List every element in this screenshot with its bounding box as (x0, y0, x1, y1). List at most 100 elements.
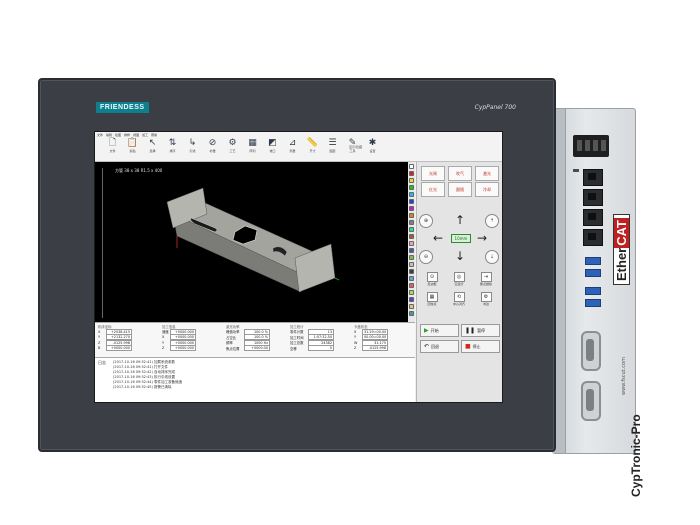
layer-color-swatch[interactable] (409, 283, 414, 288)
layer-color-swatch[interactable] (409, 171, 414, 176)
layer-color-swatch[interactable] (409, 297, 414, 302)
pause-icon: ❚❚ (465, 327, 476, 334)
menu-item[interactable]: 排样 (124, 133, 130, 137)
layer-color-swatch[interactable] (409, 213, 414, 218)
layer-color-swatch[interactable] (409, 304, 414, 309)
toolbar-button-9[interactable]: ⊿ 测量 (283, 138, 302, 158)
cad-viewport[interactable]: 方管 38 x 38 R1.5 x 400 (95, 162, 415, 322)
info-key: Z (98, 340, 101, 345)
layer-color-swatch[interactable] (409, 248, 414, 253)
info-group-time: 加工统计 零件计数 13 加工时间 1:07:32.50 加工总数 24382 空移 0 (290, 324, 334, 352)
layer-color-strip (408, 162, 415, 322)
info-row: Z -0125.998 (354, 345, 388, 352)
layer-color-swatch[interactable] (409, 192, 414, 197)
control-panel: 光闸 吹气 激光 红光 跟随 冷却 ⊕ ↑ ⇡ ← 10mm → ⊖ ↓ ⇣ ⊙ 走边框 ◎ 空… (416, 162, 502, 402)
menu-item[interactable]: 绘图 (115, 133, 121, 137)
stop-button[interactable]: ■ 停止 (461, 340, 500, 353)
jog-down-arrow-icon[interactable]: ↓ (451, 248, 469, 263)
control-button[interactable]: ▦ 回零点 (420, 292, 444, 308)
toolbar-button-2[interactable]: ↖ 选择 (143, 138, 162, 158)
jog-up-arrow-icon[interactable]: ↑ (451, 212, 469, 227)
toolbar-button-label: 测量 (289, 149, 296, 153)
start-button[interactable]: ▶ 开始 (420, 324, 459, 337)
control-button[interactable]: ⊙ 走边框 (420, 272, 444, 288)
pause-button[interactable]: ❚❚ 暂停 (461, 324, 500, 337)
toolbar-button-5[interactable]: ⊘ 补偿 (203, 138, 222, 158)
toolbar-button-6[interactable]: ⚙ 工艺 (223, 138, 242, 158)
jog-right-arrow-icon[interactable]: → (473, 230, 491, 245)
layer-color-swatch[interactable] (409, 276, 414, 281)
dvi-port (581, 331, 601, 371)
toolbar-button-13[interactable]: ✱ 设置 (363, 138, 382, 158)
function-button[interactable]: 光闸 (421, 166, 445, 181)
layer-color-swatch[interactable] (409, 234, 414, 239)
function-button[interactable]: 红光 (421, 182, 445, 197)
control-button-label: 寻边 (482, 302, 489, 306)
layer-color-swatch[interactable] (409, 220, 414, 225)
show-hide-toggle[interactable]: 显示/隐藏 (349, 145, 362, 149)
info-value: +0000.000 (170, 345, 196, 352)
layer-color-swatch[interactable] (409, 206, 414, 211)
layer-color-swatch[interactable] (409, 262, 414, 267)
toolbar-button-4[interactable]: ↳ 引线 (183, 138, 202, 158)
tube-part-model (166, 187, 340, 293)
toolbar-button-7[interactable]: ▦ 阵列 (243, 138, 262, 158)
function-button[interactable]: 跟随 (448, 182, 472, 197)
layer-color-swatch[interactable] (409, 311, 414, 316)
menu-item[interactable]: 加工 (142, 133, 148, 137)
layer-color-swatch[interactable] (409, 227, 414, 232)
info-key: W (354, 340, 358, 345)
info-key: Y (354, 335, 357, 340)
function-button[interactable]: 激光 (475, 166, 499, 181)
toolbar-button-10[interactable]: 📏 尺寸 (303, 138, 322, 158)
return-button[interactable]: ↶ 回退 (420, 340, 459, 353)
info-row: 焦点位置 +0000.00 (226, 345, 270, 352)
layer-color-swatch[interactable] (409, 269, 414, 274)
toolbar-button-label: 尺寸 (309, 149, 316, 153)
info-key: X (98, 329, 101, 334)
info-row: Z +0000.000 (162, 345, 196, 352)
layer-color-swatch[interactable] (409, 185, 414, 190)
layer-color-swatch[interactable] (409, 255, 414, 260)
measure-icon: ⊿ (288, 138, 297, 148)
toolbar-button-8[interactable]: ◩ 坡口 (263, 138, 282, 158)
box-pc-url: www.fscut.com (621, 357, 627, 395)
control-button[interactable]: ⇥ 断点继续 (474, 272, 498, 288)
layer-color-swatch[interactable] (409, 290, 414, 295)
function-button[interactable]: 冷却 (475, 182, 499, 197)
control-button-label: 空运行 (454, 282, 464, 286)
touch-panel: FRIENDESS CypPanel 700 文件 编辑 绘图 排样 视图 加工 帮助 🗋 文… (38, 78, 556, 452)
control-button-icon: ▦ (426, 292, 438, 302)
info-group-power: 激光功率 峰值功率 100.0 % 占空比 100.0 % 频率 1000 Hz 焦点位置 +0… (226, 324, 270, 352)
menu-item[interactable]: 文件 (97, 133, 103, 137)
menu-item[interactable]: 视图 (133, 133, 139, 137)
jog-rotate-right-icon[interactable]: ⊖ (419, 250, 433, 264)
pointer-icon: ↖ (148, 138, 157, 148)
control-button[interactable]: ⟲ 中心对齐 (447, 292, 471, 308)
toolbar-button-1[interactable]: 📋 剪贴 (123, 138, 142, 158)
control-button[interactable]: ⚙ 寻边 (474, 292, 498, 308)
jog-step-input[interactable]: 10mm (451, 234, 471, 243)
control-button-icon: ◎ (453, 272, 465, 282)
control-button[interactable]: ◎ 空运行 (447, 272, 471, 288)
layer-color-swatch[interactable] (409, 199, 414, 204)
info-group-axis: 卡盘状态 X 31.29=00.00 Y 00.00=00.00 W 31:175 Z -012… (354, 324, 389, 352)
toolbar-button-3[interactable]: ⇅ 排序 (163, 138, 182, 158)
menu-item[interactable]: 帮助 (151, 133, 157, 137)
box-pc-brand: CypTronic-Pro (629, 414, 643, 497)
layer-color-swatch[interactable] (409, 178, 414, 183)
info-key: 焦点位置 (226, 346, 240, 351)
jog-left-arrow-icon[interactable]: ← (429, 230, 447, 245)
origin-marker (334, 277, 340, 281)
jog-z-up-icon[interactable]: ⇡ (485, 214, 499, 228)
info-key: 峰值功率 (226, 330, 240, 335)
function-button[interactable]: 吹气 (448, 166, 472, 181)
layer-color-swatch[interactable] (409, 241, 414, 246)
jog-rotate-left-icon[interactable]: ⊕ (419, 214, 433, 228)
control-button-label: 断点继续 (479, 282, 492, 286)
toolbar-button-0[interactable]: 🗋 文件 (103, 138, 122, 158)
toolbar-button-11[interactable]: ☰ 图层 (323, 138, 342, 158)
layer-color-swatch[interactable] (409, 164, 414, 169)
jog-z-down-icon[interactable]: ⇣ (485, 250, 499, 264)
menu-item[interactable]: 编辑 (106, 133, 112, 137)
